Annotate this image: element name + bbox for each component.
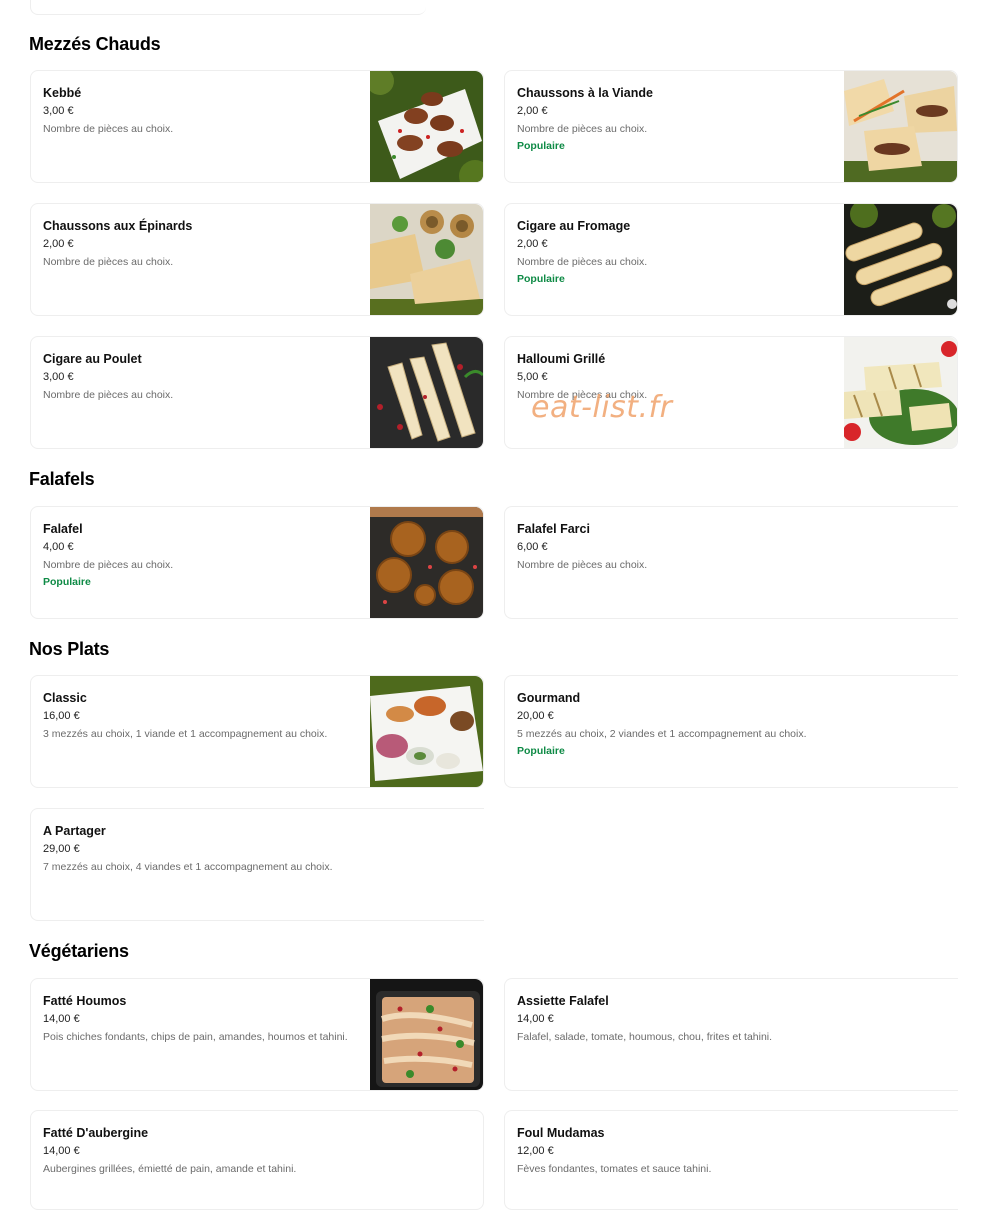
item-name: Cigare au Poulet <box>43 352 142 366</box>
menu-item-card-a-partager[interactable]: A Partager 29,00 € 7 mezzés au choix, 4 … <box>30 808 484 921</box>
previous-item-card[interactable] <box>30 0 426 15</box>
item-price: 14,00 € <box>517 1013 554 1025</box>
item-name: Chaussons à la Viande <box>517 86 653 100</box>
popular-badge: Populaire <box>517 140 565 152</box>
item-price: 5,00 € <box>517 371 548 383</box>
item-description: Nombre de pièces au choix. <box>43 256 174 268</box>
item-description: Pois chiches fondants, chips de pain, am… <box>43 1031 348 1043</box>
item-price: 2,00 € <box>43 238 74 250</box>
item-description: Nombre de pièces au choix. <box>517 559 648 571</box>
menu-item-card-fatte-houmos[interactable]: Fatté Houmos 14,00 € Pois chiches fondan… <box>30 978 484 1091</box>
menu-item-card-cigare-poulet[interactable]: Cigare au Poulet 3,00 € Nombre de pièces… <box>30 336 484 449</box>
menu-item-card-chaussons-viande[interactable]: Chaussons à la Viande 2,00 € Nombre de p… <box>504 70 958 183</box>
falafel-photo-icon[interactable] <box>370 507 483 618</box>
menu-item-card-fatte-aubergine[interactable]: Fatté D'aubergine 14,00 € Aubergines gri… <box>30 1110 484 1210</box>
item-description: Nombre de pièces au choix. <box>517 123 648 135</box>
item-description: 3 mezzés au choix, 1 viande et 1 accompa… <box>43 728 328 740</box>
popular-badge: Populaire <box>517 745 565 757</box>
item-price: 6,00 € <box>517 541 548 553</box>
item-description: Nombre de pièces au choix. <box>43 389 174 401</box>
item-price: 3,00 € <box>43 105 74 117</box>
item-name: Falafel <box>43 522 83 536</box>
item-name: Classic <box>43 691 87 705</box>
section-title-nos-plats: Nos Plats <box>29 639 110 659</box>
item-name: Chaussons aux Épinards <box>43 219 193 233</box>
menu-item-card-classic[interactable]: Classic 16,00 € 3 mezzés au choix, 1 via… <box>30 675 484 788</box>
item-price: 20,00 € <box>517 710 554 722</box>
item-name: Assiette Falafel <box>517 994 609 1008</box>
item-name: A Partager <box>43 824 106 838</box>
popular-badge: Populaire <box>43 576 91 588</box>
item-name: Cigare au Fromage <box>517 219 631 233</box>
item-name: Gourmand <box>517 691 581 705</box>
item-description: Aubergines grillées, émietté de pain, am… <box>43 1163 297 1175</box>
section-title-mezzes-chauds: Mezzés Chauds <box>29 34 161 54</box>
section-title-falafels: Falafels <box>29 469 95 489</box>
item-name: Foul Mudamas <box>517 1126 605 1140</box>
menu-item-card-cigare-fromage[interactable]: Cigare au Fromage 2,00 € Nombre de pièce… <box>504 203 958 316</box>
item-description: 7 mezzés au choix, 4 viandes et 1 accomp… <box>43 861 333 873</box>
item-description: Nombre de pièces au choix. <box>43 123 174 135</box>
menu-item-card-falafel[interactable]: Falafel 4,00 € Nombre de pièces au choix… <box>30 506 484 619</box>
item-price: 14,00 € <box>43 1013 80 1025</box>
section-title-vegetariens: Végétariens <box>29 941 129 961</box>
item-price: 2,00 € <box>517 238 548 250</box>
item-description: 5 mezzés au choix, 2 viandes et 1 accomp… <box>517 728 807 740</box>
item-description: Falafel, salade, tomate, houmous, chou, … <box>517 1031 773 1043</box>
menu-item-card-foul-mudamas[interactable]: Foul Mudamas 12,00 € Fèves fondantes, to… <box>504 1110 958 1210</box>
item-name: Fatté D'aubergine <box>43 1126 149 1140</box>
menu-item-card-kebbe[interactable]: Kebbé 3,00 € Nombre de pièces au choix. <box>30 70 484 183</box>
item-name: Fatté Houmos <box>43 994 127 1008</box>
cigare-poulet-photo-icon[interactable] <box>370 337 483 448</box>
item-price: 14,00 € <box>43 1145 80 1157</box>
item-description: Nombre de pièces au choix. <box>517 256 648 268</box>
menu-item-card-chaussons-epinards[interactable]: Chaussons aux Épinards 2,00 € Nombre de … <box>30 203 484 316</box>
popular-badge: Populaire <box>517 273 565 285</box>
item-price: 29,00 € <box>43 843 80 855</box>
item-price: 3,00 € <box>43 371 74 383</box>
cigare-fromage-photo-icon[interactable] <box>844 204 957 315</box>
item-price: 16,00 € <box>43 710 80 722</box>
menu-item-card-assiette-falafel[interactable]: Assiette Falafel 14,00 € Falafel, salade… <box>504 978 958 1091</box>
kebbe-photo-icon[interactable] <box>370 71 483 182</box>
item-name: Halloumi Grillé <box>517 352 606 366</box>
watermark-text: eat-list.fr <box>531 390 673 425</box>
item-description: Nombre de pièces au choix. <box>43 559 174 571</box>
item-price: 4,00 € <box>43 541 74 553</box>
item-price: 2,00 € <box>517 105 548 117</box>
classic-plate-photo-icon[interactable] <box>370 676 483 787</box>
item-price: 12,00 € <box>517 1145 554 1157</box>
halloumi-photo-icon[interactable] <box>844 337 957 448</box>
chaussons-epinards-photo-icon[interactable] <box>370 204 483 315</box>
item-description: Fèves fondantes, tomates et sauce tahini… <box>517 1163 712 1175</box>
menu-item-card-gourmand[interactable]: Gourmand 20,00 € 5 mezzés au choix, 2 vi… <box>504 675 958 788</box>
item-name: Kebbé <box>43 86 82 100</box>
chaussons-viande-photo-icon[interactable] <box>844 71 957 182</box>
fatte-houmos-photo-icon[interactable] <box>370 979 483 1090</box>
item-name: Falafel Farci <box>517 522 590 536</box>
menu-item-card-falafel-farci[interactable]: Falafel Farci 6,00 € Nombre de pièces au… <box>504 506 958 619</box>
